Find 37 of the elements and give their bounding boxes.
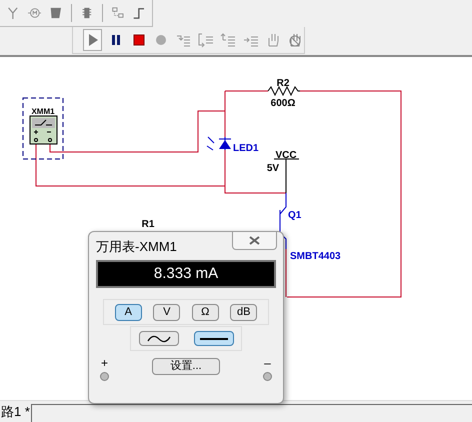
component-label: 5V <box>266 163 280 174</box>
close-button[interactable] <box>232 232 277 250</box>
component-label: R1 <box>142 219 154 230</box>
dc-button[interactable] <box>194 331 234 346</box>
terminal-jack[interactable] <box>263 372 272 381</box>
stop-icon <box>130 32 147 48</box>
mode-button[interactable]: V <box>153 304 180 320</box>
component-label: Q1 <box>288 210 302 221</box>
step-over-icon <box>198 32 214 48</box>
resistor-symbol <box>268 86 300 96</box>
multimeter-selection <box>22 98 64 160</box>
terminal-jack[interactable] <box>100 372 109 381</box>
hand-off-icon <box>287 32 304 48</box>
close-icon <box>249 236 260 245</box>
dialog-title: 万用表-XMM1 <box>96 238 177 256</box>
multimeter-symbol[interactable] <box>30 116 58 144</box>
settings-button[interactable]: 设置... <box>152 358 220 375</box>
step-icon[interactable] <box>132 5 146 21</box>
mode-button[interactable]: Ω <box>192 304 219 320</box>
reading-display: 8.333 mA <box>96 260 276 288</box>
component-label: SMBT4403 <box>290 251 341 262</box>
component-label: R2 <box>276 78 290 89</box>
minus-label: – <box>264 357 271 369</box>
mode-button[interactable]: dB <box>230 304 258 320</box>
ac-button[interactable] <box>138 331 178 346</box>
component-label: VCC <box>275 150 297 161</box>
mode-button[interactable]: A <box>114 304 142 320</box>
ic-icon[interactable] <box>80 5 94 21</box>
component-label: LED1 <box>233 143 259 154</box>
component-label: XMM1 <box>31 107 55 116</box>
component-label: 600Ω <box>270 98 296 109</box>
step-out-icon <box>220 32 236 48</box>
plus-label: + <box>100 357 108 369</box>
dc-line-icon <box>200 336 228 340</box>
sine-wave-icon <box>146 334 170 342</box>
antenna-icon[interactable] <box>6 5 20 21</box>
led-symbol <box>206 136 232 150</box>
